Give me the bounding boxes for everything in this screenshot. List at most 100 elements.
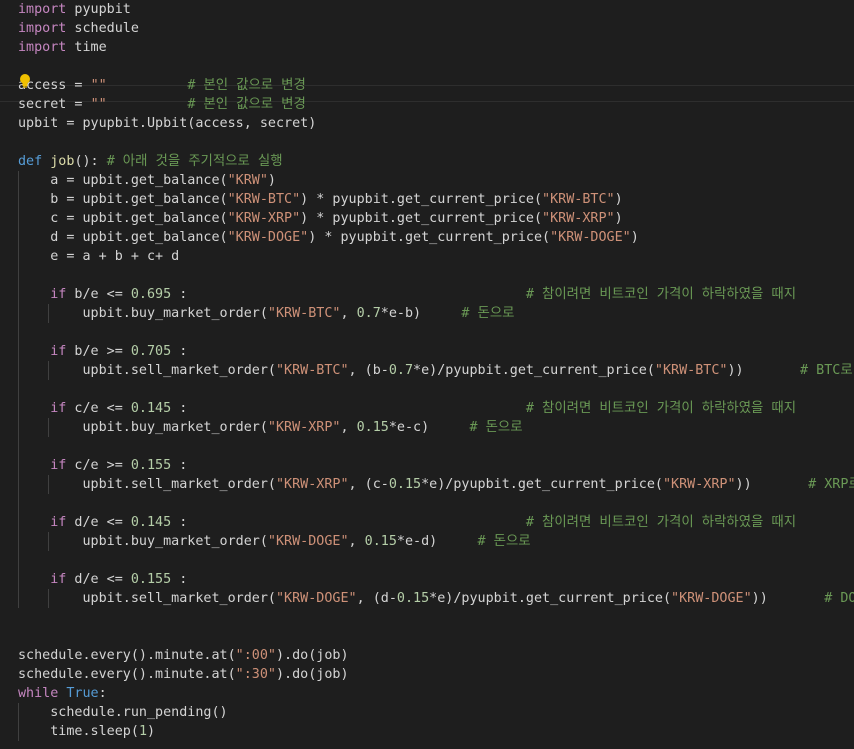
code-line[interactable]: upbit.sell_market_order("KRW-BTC", (b-0.… xyxy=(18,361,853,380)
code-token: upbit = pyupbit.Upbit(access, secret) xyxy=(18,116,317,131)
code-token: schedule.every().minute.at( xyxy=(18,648,236,663)
code-token: 0.155 xyxy=(130,458,172,473)
code-line[interactable]: d = upbit.get_balance("KRW-DOGE") * pyup… xyxy=(18,228,639,247)
code-token: 0.695 xyxy=(130,287,172,302)
code-line[interactable]: schedule.every().minute.at(":00").do(job… xyxy=(18,646,349,665)
lightbulb-icon[interactable] xyxy=(18,73,32,89)
code-token: ) * pyupbit.get_current_price( xyxy=(300,192,543,207)
code-token: "KRW" xyxy=(227,173,268,188)
code-line[interactable]: def job(): # 아래 것을 주기적으로 실행 xyxy=(18,152,283,171)
code-line[interactable]: upbit.sell_market_order("KRW-DOGE", (d-0… xyxy=(18,589,854,608)
code-line[interactable]: schedule.run_pending() xyxy=(18,703,227,722)
code-token: # 아래 것을 주기적으로 실행 xyxy=(106,154,283,169)
code-line[interactable]: if d/e <= 0.155 : xyxy=(18,570,187,589)
code-line[interactable]: c = upbit.get_balance("KRW-XRP") * pyupb… xyxy=(18,209,623,228)
code-line[interactable]: a = upbit.get_balance("KRW") xyxy=(18,171,276,190)
code-token: ) xyxy=(614,211,623,226)
code-token: import xyxy=(18,21,67,36)
code-token: : xyxy=(171,287,526,302)
code-token: secret = xyxy=(18,97,91,112)
code-line[interactable]: if c/e <= 0.145 : # 참이려면 비트코인 가격이 하락하였을 … xyxy=(18,399,796,418)
code-token: "KRW-BTC" xyxy=(275,363,349,378)
code-line[interactable]: if d/e <= 0.145 : # 참이려면 비트코인 가격이 하락하였을 … xyxy=(18,513,796,532)
code-token: ) * pyupbit.get_current_price( xyxy=(308,230,551,245)
code-token: b/e >= xyxy=(66,344,131,359)
code-line[interactable]: upbit.buy_market_order("KRW-BTC", 0.7*e-… xyxy=(18,304,514,323)
code-line[interactable]: b = upbit.get_balance("KRW-BTC") * pyupb… xyxy=(18,190,622,209)
code-token: while xyxy=(18,686,59,701)
code-token: if xyxy=(50,572,67,587)
code-line[interactable]: time.sleep(1) xyxy=(18,722,155,741)
code-token: a = upbit.get_balance( xyxy=(18,173,228,188)
code-token: b/e <= xyxy=(66,287,131,302)
code-token: pyupbit xyxy=(66,2,131,17)
code-token: "KRW-XRP" xyxy=(662,477,736,492)
code-line[interactable]: e = a + b + c+ d xyxy=(18,247,179,266)
code-token: "KRW-BTC" xyxy=(542,192,615,207)
code-line[interactable]: if b/e <= 0.695 : # 참이려면 비트코인 가격이 하락하였을 … xyxy=(18,285,796,304)
code-token: if xyxy=(50,287,67,302)
code-token: # 본인 값으로 변경 xyxy=(187,97,306,112)
code-token: d/e <= xyxy=(66,572,131,587)
code-line[interactable]: import pyupbit xyxy=(18,0,131,19)
code-token: schedule xyxy=(66,21,139,36)
code-line[interactable]: while True: xyxy=(18,684,107,703)
code-line[interactable]: upbit.sell_market_order("KRW-XRP", (c-0.… xyxy=(18,475,854,494)
code-token: ) * pyupbit.get_current_price( xyxy=(300,211,543,226)
code-token: *e)/pyupbit.get_current_price( xyxy=(413,363,655,378)
code-token: e = a + b + c+ d xyxy=(18,249,180,264)
code-line[interactable]: schedule.every().minute.at(":30").do(job… xyxy=(18,665,349,684)
code-line[interactable]: if c/e >= 0.155 : xyxy=(18,456,187,475)
code-token: if xyxy=(50,515,67,530)
code-line[interactable]: import schedule xyxy=(18,19,139,38)
code-line[interactable]: upbit.buy_market_order("KRW-XRP", 0.15*e… xyxy=(18,418,523,437)
code-token: d/e <= xyxy=(66,515,131,530)
code-line[interactable]: if b/e >= 0.705 : xyxy=(18,342,187,361)
code-line[interactable]: import time xyxy=(18,38,107,57)
code-token: "KRW-BTC" xyxy=(654,363,728,378)
code-token: upbit.sell_market_order( xyxy=(18,477,276,492)
code-token: 0.15 xyxy=(356,420,389,435)
code-token: : xyxy=(98,686,107,701)
code-token: d = upbit.get_balance( xyxy=(18,230,228,245)
code-token: "KRW-DOGE" xyxy=(267,534,349,549)
code-token: ":30" xyxy=(235,667,276,682)
code-token: import xyxy=(18,40,67,55)
code-token: *e)/pyupbit.get_current_price( xyxy=(429,591,672,606)
code-token: *e)/pyupbit.get_current_price( xyxy=(421,477,663,492)
code-token: if xyxy=(50,458,67,473)
code-line[interactable]: upbit.buy_market_order("KRW-DOGE", 0.15*… xyxy=(18,532,531,551)
code-token: upbit.sell_market_order( xyxy=(18,591,276,606)
code-token: # 돈으로 xyxy=(469,420,523,435)
code-token: : xyxy=(171,458,188,473)
code-token: # 돈으로 xyxy=(477,534,531,549)
code-line[interactable]: access = "" # 본인 값으로 변경 xyxy=(18,76,306,95)
code-token: time xyxy=(66,40,107,55)
code-line[interactable]: secret = "" # 본인 값으로 변경 xyxy=(18,95,306,114)
code-token: 0.155 xyxy=(130,572,172,587)
code-token: # BTC로 xyxy=(800,363,853,378)
code-editor[interactable]: import pyupbit import schedule import time… xyxy=(0,0,854,749)
code-token: "KRW-BTC" xyxy=(227,192,301,207)
code-token: "KRW-XRP" xyxy=(275,477,349,492)
code-token: "KRW-DOGE" xyxy=(550,230,631,245)
code-token: c/e <= xyxy=(66,401,131,416)
code-token: ":00" xyxy=(235,648,276,663)
code-token: *e-b) xyxy=(380,306,462,321)
code-token: if xyxy=(50,401,67,416)
code-token: # 참이려면 비트코인 가격이 하락하였을 때지 xyxy=(525,401,797,416)
code-token: "KRW-XRP" xyxy=(227,211,301,226)
code-token: 0.705 xyxy=(130,344,172,359)
code-line[interactable]: upbit = pyupbit.Upbit(access, secret) xyxy=(18,114,316,133)
code-token: "KRW-DOGE" xyxy=(671,591,752,606)
code-token: , xyxy=(348,534,365,549)
code-token: : xyxy=(171,401,526,416)
code-token: import xyxy=(18,2,67,17)
code-token: "KRW-DOGE" xyxy=(227,230,309,245)
code-token: *e-d) xyxy=(396,534,478,549)
code-token: if xyxy=(50,344,67,359)
code-token: (): xyxy=(74,154,107,169)
